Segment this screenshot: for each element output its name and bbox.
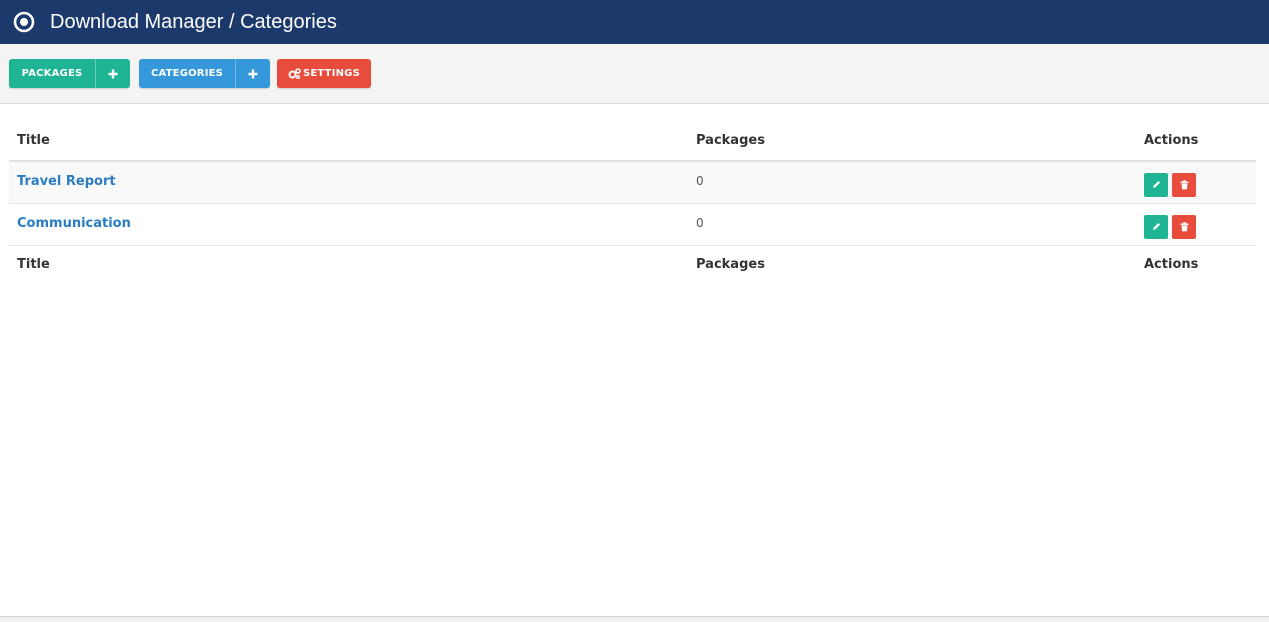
delete-button[interactable]	[1172, 214, 1196, 239]
categories-button[interactable]: CATEGORIES	[139, 59, 235, 88]
packages-button-group: PACKAGES	[9, 59, 130, 88]
category-title-link[interactable]: Travel Report	[17, 174, 116, 189]
page-title: Download Manager / Categories	[50, 10, 337, 33]
column-header-packages: Packages	[696, 132, 765, 148]
plus-icon	[108, 69, 118, 78]
page-bottom-border	[0, 616, 1269, 622]
package-count: 0	[696, 216, 704, 230]
target-icon	[13, 11, 35, 33]
package-count: 0	[696, 174, 704, 188]
table-footer: Title Packages Actions	[9, 246, 1256, 282]
categories-button-group: CATEGORIES	[139, 59, 270, 88]
plus-icon	[248, 69, 258, 78]
column-footer-actions: Actions	[1144, 256, 1199, 272]
toolbar: PACKAGES CATEGORIES SETTINGS	[0, 44, 1269, 104]
column-header-actions: Actions	[1144, 132, 1199, 148]
delete-button[interactable]	[1172, 172, 1196, 197]
trash-icon	[1180, 221, 1188, 231]
table-row: Communication 0	[9, 204, 1256, 246]
settings-button[interactable]: SETTINGS	[277, 59, 371, 88]
pencil-icon	[1152, 223, 1160, 230]
column-footer-packages: Packages	[696, 256, 765, 272]
packages-button[interactable]: PACKAGES	[9, 59, 95, 88]
trash-icon	[1180, 179, 1188, 189]
table-row: Travel Report 0	[9, 162, 1256, 204]
settings-label: SETTINGS	[302, 68, 360, 79]
edit-button[interactable]	[1144, 172, 1168, 197]
pencil-icon	[1152, 181, 1160, 188]
gears-icon	[288, 68, 301, 79]
add-category-button[interactable]	[235, 59, 270, 88]
category-title-link[interactable]: Communication	[17, 216, 131, 231]
categories-table: Title Packages Actions Travel Report 0 C…	[9, 120, 1256, 282]
table-header: Title Packages Actions	[9, 120, 1256, 162]
column-header-title: Title	[17, 132, 50, 148]
app-header: Download Manager / Categories	[0, 0, 1269, 44]
column-footer-title: Title	[17, 256, 50, 272]
add-package-button[interactable]	[95, 59, 130, 88]
edit-button[interactable]	[1144, 214, 1168, 239]
